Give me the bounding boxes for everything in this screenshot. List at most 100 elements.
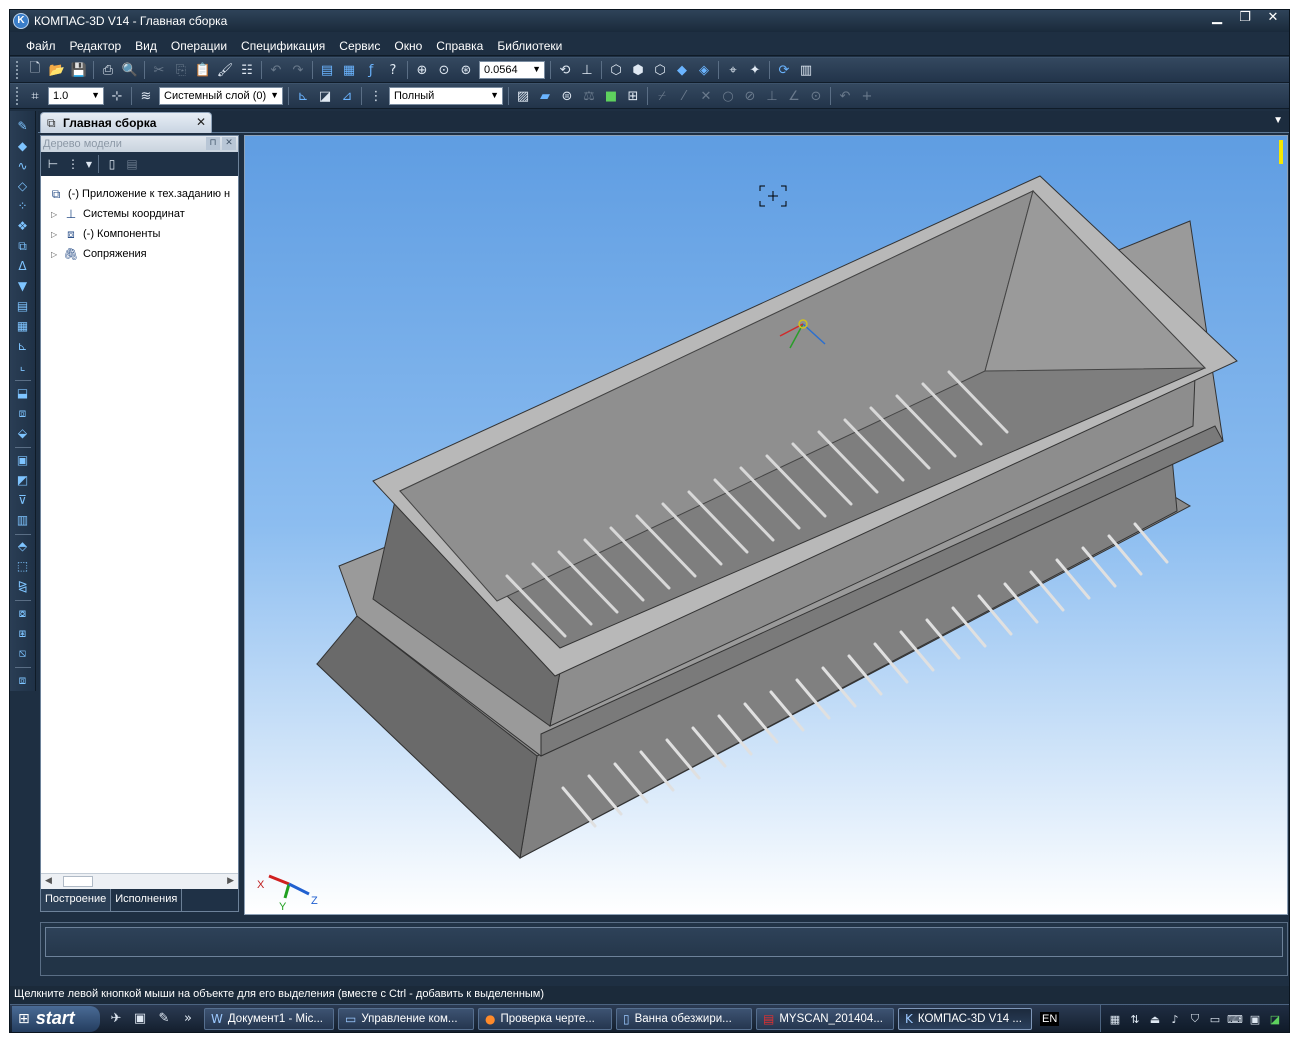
tree-item-components[interactable]: ▷ ⧈ (-) Компоненты <box>47 224 238 244</box>
tabs-menu-chevron-icon[interactable]: ▼ <box>1273 115 1283 126</box>
hatch-icon[interactable]: ▨ <box>513 86 533 106</box>
3d-viewport[interactable]: X Y Z <box>244 135 1288 915</box>
chevron-down-icon[interactable]: ▼ <box>91 90 100 100</box>
sketch-icon[interactable]: ⬓ <box>14 384 32 402</box>
horizontal-scrollbar[interactable]: ◀ ▶ <box>41 873 238 889</box>
chevron-down-icon[interactable]: ▼ <box>490 90 499 100</box>
menu-help[interactable]: Справка <box>436 39 483 53</box>
assembly-model-svg[interactable]: X Y Z <box>245 136 1288 915</box>
edit-assembly-icon[interactable]: ✎ <box>14 117 32 135</box>
menu-window[interactable]: Окно <box>394 39 422 53</box>
tree-list-icon[interactable]: ▯ <box>103 155 121 173</box>
close-window-button[interactable]: ✕ <box>1259 10 1287 28</box>
tray-app-icon[interactable]: ▦ <box>1106 1010 1124 1028</box>
new-document-icon[interactable]: 🗋 <box>25 60 45 80</box>
undo-icon[interactable]: ↶ <box>266 60 286 80</box>
halftone-icon[interactable]: ◆ <box>672 60 692 80</box>
task-computer-management[interactable]: ▭ Управление ком... <box>338 1007 474 1030</box>
hidden-lines-icon[interactable]: ⬢ <box>628 60 648 80</box>
tab-versions[interactable]: Исполнения <box>111 889 183 911</box>
tray-safely-remove-icon[interactable]: ⏏ <box>1146 1010 1164 1028</box>
coordinate-icon[interactable]: ⊿ <box>337 86 357 106</box>
revolve-icon[interactable]: ⬙ <box>14 424 32 442</box>
quicklaunch-draw-icon[interactable]: ✎ <box>153 1008 175 1030</box>
chevron-down-icon[interactable]: ▼ <box>532 64 541 74</box>
quicklaunch-save-icon[interactable]: ▣ <box>129 1008 151 1030</box>
properties-icon[interactable]: ☷ <box>237 60 257 80</box>
section-icon[interactable]: ✦ <box>745 60 765 80</box>
variables-icon[interactable]: ▦ <box>339 60 359 80</box>
task-word[interactable]: W Документ1 - Mic... <box>204 1007 334 1030</box>
mate-icon[interactable]: ◇ <box>14 177 32 195</box>
orientation-icon[interactable]: ⊥ <box>577 60 597 80</box>
tab-main-assembly[interactable]: ⧉ Главная сборка ✕ <box>40 112 212 133</box>
orientation-plane-icon[interactable]: ◪ <box>315 86 335 106</box>
thin-hidden-lines-icon[interactable]: ⬡ <box>650 60 670 80</box>
help-pointer-icon[interactable]: ? <box>383 60 403 80</box>
measure-tool-icon[interactable]: Δ <box>14 257 32 275</box>
spec-icon[interactable]: ▤ <box>14 297 32 315</box>
menu-file[interactable]: Файл <box>26 39 56 53</box>
sheet-metal-icon[interactable]: ⌞ <box>14 357 32 375</box>
component-icon[interactable]: ■ <box>601 86 621 106</box>
draft-icon[interactable]: ⬚ <box>14 557 32 575</box>
close-icon[interactable]: ✕ <box>196 115 206 129</box>
tray-volume-icon[interactable]: ♪ <box>1166 1010 1184 1028</box>
layers-icon[interactable]: ≋ <box>136 86 156 106</box>
curves-icon[interactable]: ∿ <box>14 157 32 175</box>
filter-icon[interactable]: ▥ <box>796 60 816 80</box>
expand-icon[interactable]: ▷ <box>51 250 60 259</box>
extrude-icon[interactable]: ⧈ <box>14 404 32 422</box>
local-cs-icon[interactable]: ⊾ <box>293 86 313 106</box>
plane-icon[interactable]: ▣ <box>14 451 32 469</box>
restore-button[interactable]: ❐ <box>1231 10 1259 28</box>
step-combo[interactable]: 1.0 ▼ <box>48 87 104 105</box>
pin-icon[interactable]: ⊓ <box>206 137 220 150</box>
tray-keyboard-icon[interactable]: ⌨ <box>1226 1010 1244 1028</box>
component-cube-icon[interactable]: ◆ <box>14 137 32 155</box>
tree-by-structure-icon[interactable]: ⊢ <box>44 155 62 173</box>
measure-icon[interactable]: ⊜ <box>557 86 577 106</box>
tray-nvidia-icon[interactable]: ◪ <box>1266 1010 1284 1028</box>
menu-view[interactable]: Вид <box>135 39 157 53</box>
view-mode-combo[interactable]: Полный ▼ <box>389 87 503 105</box>
start-button[interactable]: ⊞ start <box>12 1005 100 1032</box>
scroll-right-icon[interactable]: ▶ <box>227 875 234 886</box>
scroll-left-icon[interactable]: ◀ <box>45 875 52 886</box>
zoom-window-icon[interactable]: ⊙ <box>434 60 454 80</box>
cut-icon[interactable]: ✂ <box>149 60 169 80</box>
chevron-down-icon[interactable]: ▼ <box>84 155 94 173</box>
tree-item-mates[interactable]: ▷ 🖇 Сопряжения <box>47 244 238 264</box>
filter-tool-icon[interactable]: ▼ <box>14 277 32 295</box>
expand-icon[interactable]: ▷ <box>51 230 60 239</box>
halftone-edges-icon[interactable]: ◈ <box>694 60 714 80</box>
menu-libraries[interactable]: Библиотеки <box>497 39 562 53</box>
mass-properties-icon[interactable]: ⚖ <box>579 86 599 106</box>
tray-display-icon[interactable]: ▣ <box>1246 1010 1264 1028</box>
menu-service[interactable]: Сервис <box>339 39 380 53</box>
format-painter-icon[interactable]: 🖌 <box>215 60 235 80</box>
chevron-down-icon[interactable]: ▼ <box>270 90 279 100</box>
task-firefox[interactable]: ● Проверка черте... <box>478 1007 612 1030</box>
spatial-curves-icon[interactable]: ❖ <box>14 217 32 235</box>
tree-structure-icon[interactable]: ⋮ <box>366 86 386 106</box>
rib-icon[interactable]: ▥ <box>14 511 32 529</box>
grid-icon[interactable]: ⊹ <box>107 86 127 106</box>
array-icon[interactable]: ⁘ <box>14 197 32 215</box>
print-icon[interactable]: ⎙ <box>98 60 118 80</box>
rotate-icon[interactable]: ⟲ <box>555 60 575 80</box>
mirror-icon[interactable]: ⧎ <box>14 577 32 595</box>
surfaces-icon[interactable]: ⧉ <box>14 237 32 255</box>
tree-item-coordinate-systems[interactable]: ▷ ⊥ Системы координат <box>47 204 238 224</box>
scroll-thumb[interactable] <box>63 876 93 887</box>
manager-icon[interactable]: ▤ <box>317 60 337 80</box>
expand-icon[interactable]: ▷ <box>51 210 60 219</box>
zoom-all-icon[interactable]: ⊕ <box>412 60 432 80</box>
tab-construction[interactable]: Построение <box>41 889 112 911</box>
zoom-combo[interactable]: 0.0564 ▼ <box>479 61 545 79</box>
save-icon[interactable]: 💾 <box>69 60 89 80</box>
toolbar-grip[interactable] <box>16 61 20 79</box>
hole-icon[interactable]: ⊽ <box>14 491 32 509</box>
task-myscan-pdf[interactable]: ▤ MYSCAN_201404... <box>756 1007 894 1030</box>
zoom-scale-icon[interactable]: ⊛ <box>456 60 476 80</box>
